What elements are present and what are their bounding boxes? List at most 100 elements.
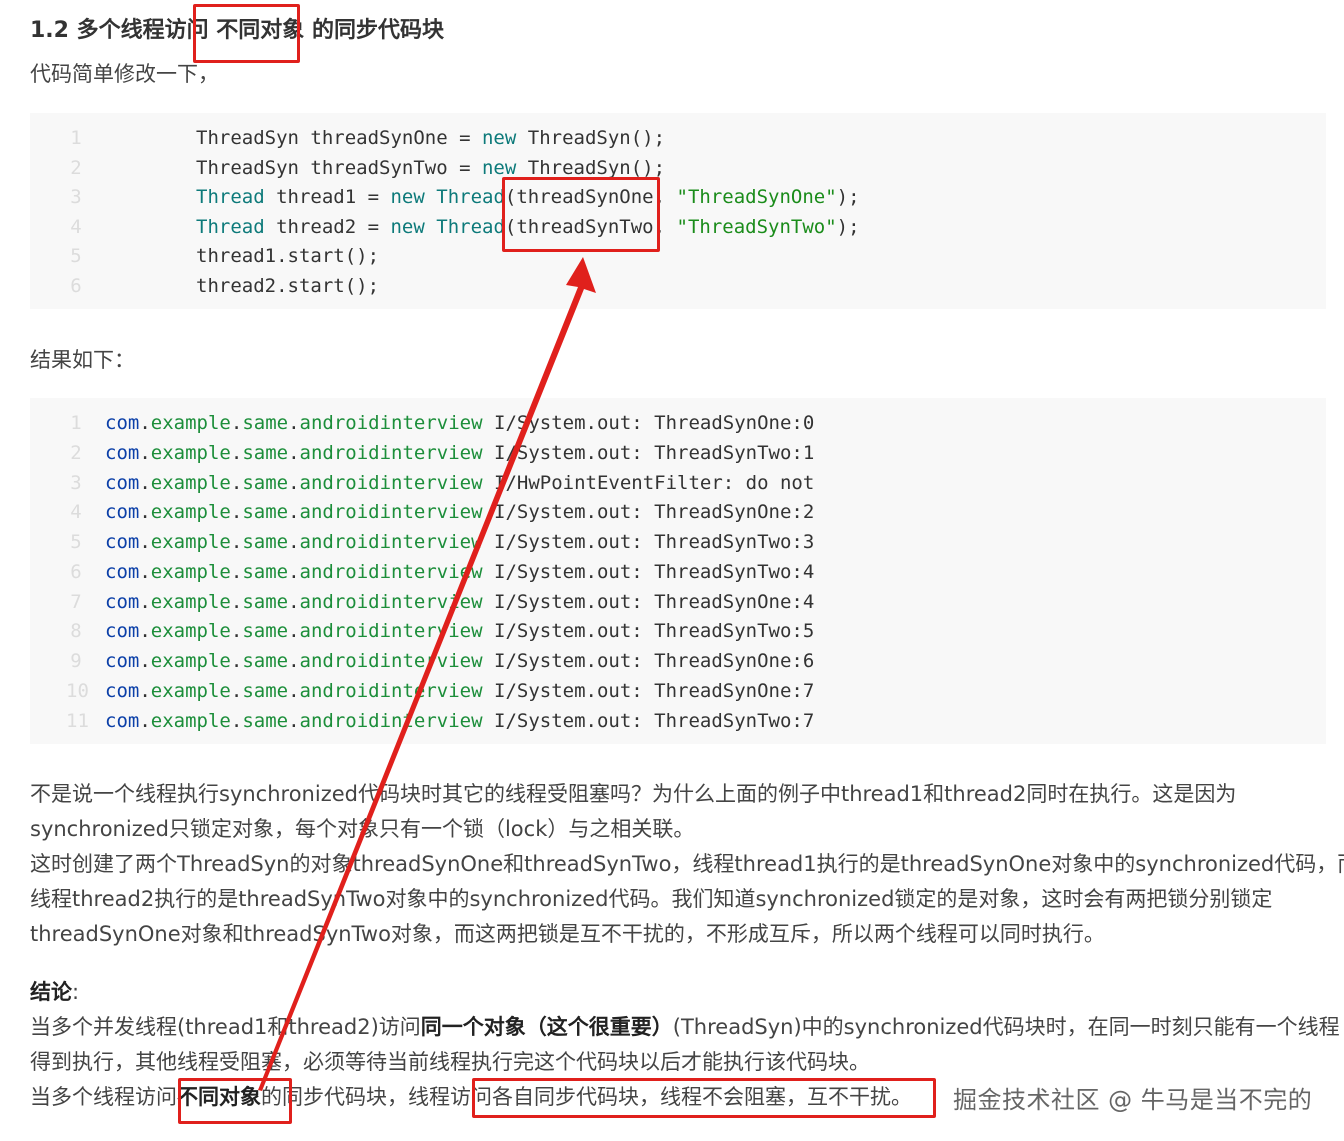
log-line: 4 com.example.same.androidinterview I/Sys… — [30, 497, 1326, 527]
explanation-line-3: 这时创建了两个ThreadSyn的对象threadSynOne和threadSy… — [30, 852, 1344, 876]
package-token: . — [288, 560, 300, 583]
package-token: . — [288, 709, 300, 732]
log-message: I/System.out: ThreadSynOne:4 — [494, 590, 815, 613]
conclusion-line-2: 得到执行，其他线程受阻塞，必须等待当前线程执行完这个代码块以后才能执行该代码块。 — [30, 1050, 870, 1074]
package-token: example — [150, 412, 231, 434]
code-token: Thread — [436, 186, 505, 209]
code-line: 6 thread2.start(); — [30, 271, 1326, 301]
code-token: Thread — [196, 215, 265, 238]
code-token: new — [481, 127, 517, 149]
package-token: . — [288, 531, 300, 553]
log-line: 1 com.example.same.androidinterview I/Sys… — [30, 408, 1326, 438]
code-text: ThreadSyn threadSynOne = new ThreadSyn()… — [196, 123, 665, 153]
package-token: . — [230, 590, 243, 613]
line-number: 6 — [70, 275, 82, 297]
package-token: androidinterview — [299, 501, 483, 524]
line-number: 8 — [70, 620, 82, 643]
package-token: . — [139, 620, 151, 643]
line-number: 3 — [70, 471, 82, 494]
package-token: . — [139, 560, 151, 583]
package-token: example — [150, 590, 231, 613]
code-token: Thread — [196, 186, 265, 209]
log-text: com.example.same.androidinterview I/Syst… — [105, 438, 814, 468]
package-token: . — [139, 590, 151, 613]
intro-text: 代码简单修改一下， — [30, 62, 219, 86]
package-token: com — [105, 709, 140, 732]
package-token: com — [105, 590, 140, 613]
log-line: 3 com.example.same.androidinterview I/HwP… — [30, 468, 1326, 498]
code-line: 5 thread1.start(); — [30, 241, 1326, 271]
code-token: thread2.start(); — [196, 275, 380, 297]
explanation-line-2: synchronized只锁定对象，每个对象只有一个锁（lock）与之相关联。 — [30, 817, 695, 841]
line-number: 2 — [70, 156, 82, 179]
log-line: 11 com.example.same.androidinterview I/Sy… — [30, 706, 1326, 736]
log-line: 6 com.example.same.androidinterview I/Sys… — [30, 557, 1326, 587]
annotation-box-heading — [193, 4, 300, 63]
package-token: . — [288, 441, 300, 464]
package-token: com — [105, 412, 140, 434]
package-token: . — [139, 650, 151, 672]
code-token: ThreadSyn(); — [516, 127, 666, 149]
package-token: . — [139, 501, 151, 524]
package-token: example — [150, 501, 231, 524]
code-line: 4 Thread thread2 = new Thread(threadSynTw… — [30, 212, 1326, 242]
log-message: I/System.out: ThreadSynOne:0 — [494, 412, 815, 434]
code-line: 2 ThreadSyn threadSynTwo = new ThreadSyn(… — [30, 153, 1326, 183]
line-number: 7 — [70, 590, 82, 613]
log-message: I/System.out: ThreadSynTwo:1 — [494, 441, 815, 464]
package-token: same — [242, 501, 289, 524]
package-token: . — [139, 441, 151, 464]
package-token: com — [105, 531, 140, 553]
package-token: androidinterview — [299, 709, 483, 732]
code-token: ThreadSyn threadSynTwo = — [196, 156, 482, 179]
package-token: example — [150, 531, 231, 553]
log-text: com.example.same.androidinterview I/Syst… — [105, 587, 814, 617]
log-text: com.example.same.androidinterview I/Syst… — [105, 706, 814, 736]
explanation-line-4: 线程thread2执行的是threadSynTwo对象中的synchronize… — [30, 887, 1273, 911]
line-number: 1 — [70, 412, 82, 434]
log-text: com.example.same.androidinterview I/HwPo… — [105, 468, 814, 498]
code-token: new — [481, 156, 517, 179]
code-token: new — [390, 186, 425, 209]
package-token: androidinterview — [299, 531, 483, 553]
package-token: . — [230, 441, 243, 464]
conclusion-colon: : — [72, 980, 80, 1004]
line-number: 4 — [70, 501, 82, 524]
package-token: . — [139, 531, 151, 553]
package-token: same — [242, 560, 289, 583]
package-token: example — [150, 709, 231, 732]
log-message: I/System.out: ThreadSynTwo:4 — [494, 560, 815, 583]
line-number: 1 — [70, 127, 82, 149]
package-token: androidinterview — [299, 441, 483, 464]
log-line: 5 com.example.same.androidinterview I/Sys… — [30, 527, 1326, 557]
package-token: androidinterview — [299, 471, 483, 494]
package-token: . — [139, 709, 151, 732]
log-text: com.example.same.androidinterview I/Syst… — [105, 616, 814, 646]
package-token: . — [230, 501, 243, 524]
code-token: Thread — [436, 215, 505, 238]
log-line: 10 com.example.same.androidinterview I/Sy… — [30, 676, 1326, 706]
package-token: com — [105, 620, 140, 643]
code-token: "ThreadSynTwo" — [676, 215, 837, 238]
package-token: androidinterview — [299, 679, 483, 702]
package-token: androidinterview — [299, 412, 483, 434]
package-token: com — [105, 501, 140, 524]
package-token: . — [288, 679, 300, 702]
code-block-log-output: 1 com.example.same.androidinterview I/Sys… — [30, 398, 1326, 744]
package-token: . — [288, 650, 300, 672]
code-text: thread1.start(); — [196, 241, 379, 271]
code-text: thread2.start(); — [196, 271, 379, 301]
log-text: com.example.same.androidinterview I/Syst… — [105, 557, 814, 587]
package-token: com — [105, 471, 140, 494]
log-message: I/System.out: ThreadSynTwo:5 — [494, 620, 815, 643]
code-block-source: 1 ThreadSyn threadSynOne = new ThreadSyn(… — [30, 113, 1326, 309]
package-token: . — [139, 471, 151, 494]
code-token: thread1 = — [264, 186, 391, 209]
log-text: com.example.same.androidinterview I/Syst… — [105, 646, 814, 676]
package-token: example — [150, 471, 231, 494]
line-number: 5 — [70, 245, 82, 268]
package-token: same — [242, 679, 289, 702]
package-token: same — [242, 531, 289, 553]
log-text: com.example.same.androidinterview I/Syst… — [105, 497, 814, 527]
